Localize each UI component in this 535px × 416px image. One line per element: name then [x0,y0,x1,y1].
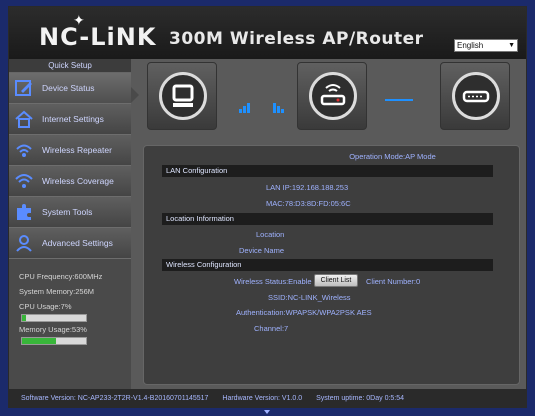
footer: Software Version: NC-AP233-2T2R-V1.4-B20… [9,389,526,407]
router-node [297,62,367,130]
sidebar-item-system-tools[interactable]: System Tools [9,197,131,228]
system-memory: System Memory:256M [19,287,95,296]
channel: Channel:7 [254,324,289,333]
system-status-panel: CPU Frequency:600MHz System Memory:256M … [9,269,131,345]
sidebar-item-label: Wireless Repeater [42,145,112,155]
sidebar-item-internet-settings[interactable]: Internet Settings [9,104,131,135]
scroll-down-icon[interactable] [263,408,271,416]
sidebar-item-wireless-coverage[interactable]: Wireless Coverage [9,166,131,197]
sidebar-item-label: Internet Settings [42,114,104,124]
network-diagram [131,59,526,141]
link-line [385,99,413,101]
cpu-usage: CPU Usage:7% [19,302,72,311]
sidebar-item-label: Device Status [42,83,95,93]
ssid: SSID:NC-LINK_Wireless [268,293,351,302]
home-icon [15,110,33,128]
memory-usage-bar [21,337,87,345]
location-label: Location [256,230,285,239]
page-title: 300M Wireless AP/Router [169,29,424,49]
wireless-status: Wireless Status:Enable [234,277,312,286]
device-name-label: Device Name [239,246,285,255]
sidebar: Quick Setup Device Status Internet Setti… [9,59,131,391]
sidebar-item-label: System Tools [42,207,93,217]
authentication: Authentication:WPAPSK/WPA2PSK AES [236,308,372,317]
client-number: Client Number:0 [366,277,421,286]
quick-setup-link[interactable]: Quick Setup [9,59,131,73]
modem-node [440,62,510,130]
logo-text: NC-LiNK [39,23,157,51]
cpu-usage-fill [22,315,27,321]
status-panel: Operation Mode:AP Mode LAN Configuration… [143,145,520,385]
computer-node [147,62,217,130]
user-icon [16,235,32,252]
active-pointer [131,87,139,103]
sidebar-item-label: Wireless Coverage [42,176,114,186]
memory-usage: Memory Usage:53% [19,325,87,334]
software-version: Software Version: NC-AP233-2T2R-V1.4-B20… [21,395,209,402]
sidebar-item-label: Advanced Settings [42,238,113,248]
cpu-usage-bar [21,314,87,322]
client-list-button[interactable]: Client List [314,274,358,287]
logo-star-icon: ✦ [73,13,86,29]
puzzle-icon [17,204,31,220]
mac-address: MAC:78:D3:8D:FD:05:6C [266,199,351,208]
cpu-frequency: CPU Frequency:600MHz [19,272,103,281]
wireless-section-header: Wireless Configuration [162,259,493,271]
wifi-repeater-icon [16,144,32,157]
sidebar-item-device-status[interactable]: Device Status [9,73,131,104]
hardware-version: Hardware Version: V1.0.0 [222,395,303,402]
signal-bars-left [239,95,251,113]
location-section-header: Location Information [162,213,493,225]
lan-section-header: LAN Configuration [162,165,493,177]
signal-bars-right [273,95,285,113]
memory-usage-fill [22,338,56,344]
operation-mode: Operation Mode:AP Mode [349,152,436,161]
chevron-down-icon: ▼ [508,42,515,49]
router-admin-window: NC-LiNK ✦ 300M Wireless AP/Router Englis… [8,6,527,408]
header: NC-LiNK ✦ 300M Wireless AP/Router Englis… [9,7,526,59]
edit-icon [15,80,32,96]
sidebar-item-wireless-repeater[interactable]: Wireless Repeater [9,135,131,166]
language-select[interactable]: English ▼ [454,39,518,52]
system-uptime: System uptime: 0Day 0:5:54 [316,395,405,402]
router-icon [320,84,346,106]
computer-icon [172,84,194,107]
sidebar-item-advanced-settings[interactable]: Advanced Settings [9,228,131,259]
language-value: English [457,41,484,50]
lan-ip: LAN IP:192.168.188.253 [266,183,349,192]
wifi-icon [15,174,33,188]
brand-logo: NC-LiNK ✦ [39,13,157,51]
modem-icon [462,90,490,103]
